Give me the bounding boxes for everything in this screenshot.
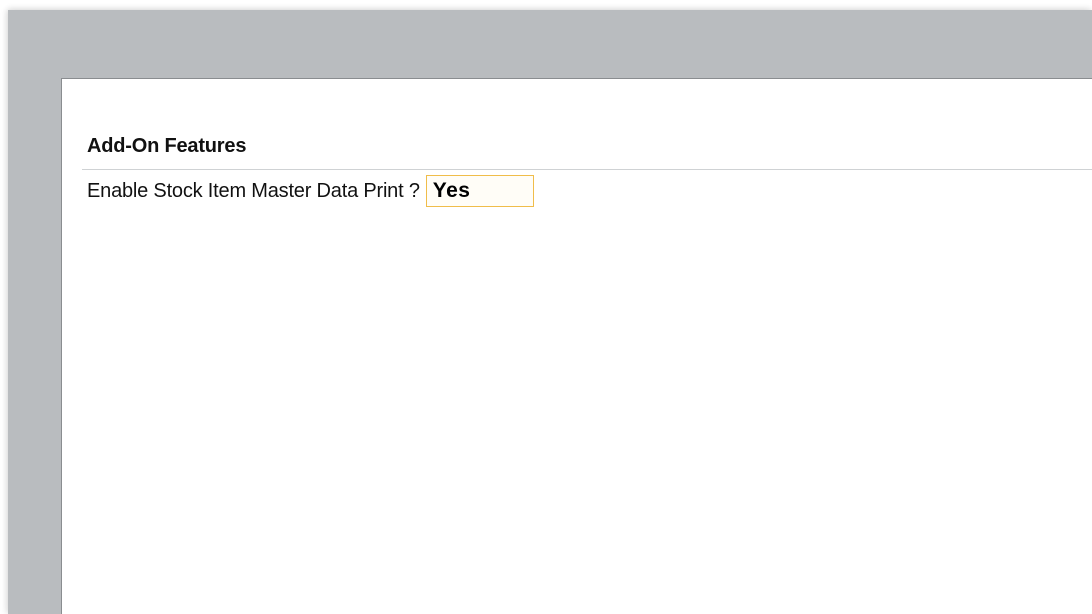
- enable-stock-item-print-label: Enable Stock Item Master Data Print ?: [87, 179, 420, 202]
- features-panel: Add-On Features Enable Stock Item Master…: [61, 78, 1092, 614]
- section-divider: [82, 169, 1092, 170]
- feature-row-stock-item-print: Enable Stock Item Master Data Print ? Ye…: [87, 175, 534, 207]
- section-title: Add-On Features: [87, 135, 247, 157]
- enable-stock-item-print-field[interactable]: Yes: [425, 175, 534, 207]
